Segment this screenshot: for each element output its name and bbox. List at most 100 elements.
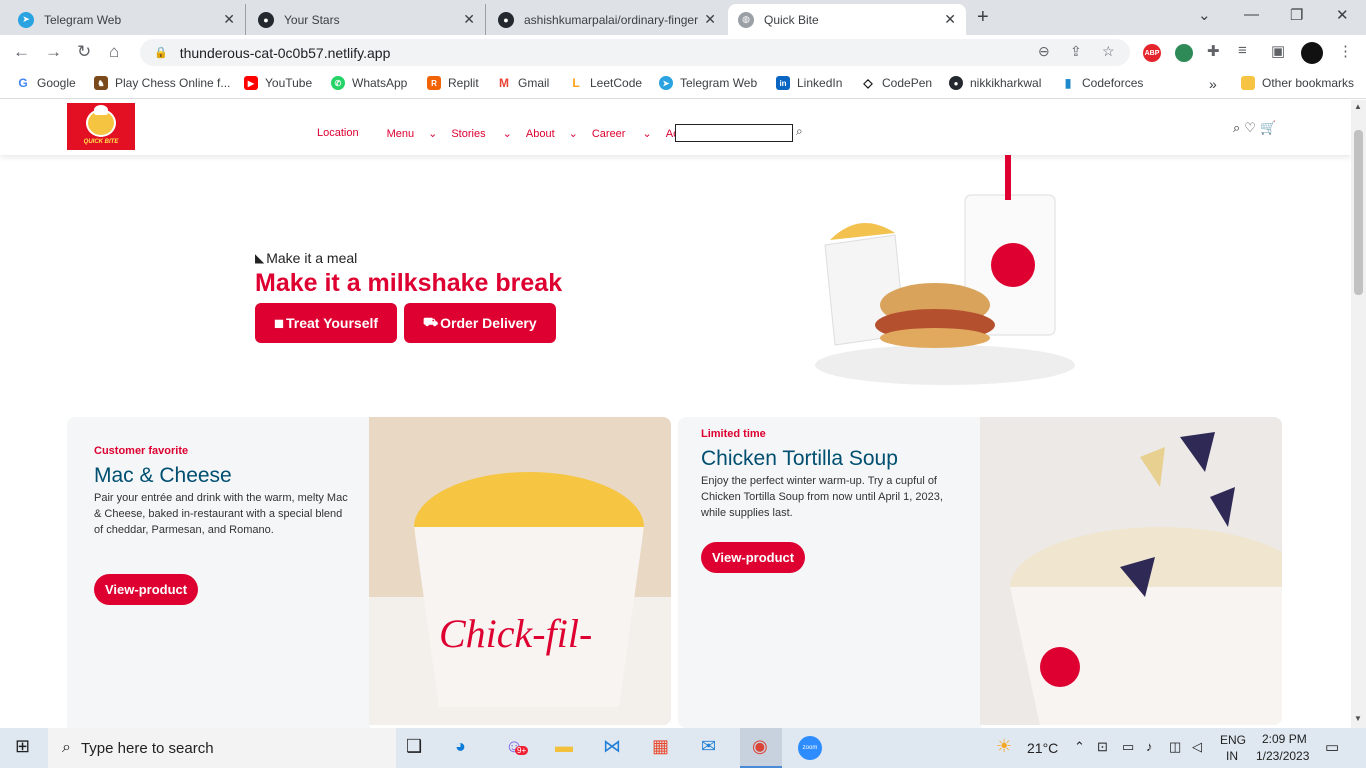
scroll-thumb[interactable]: [1354, 130, 1363, 295]
reading-list-icon[interactable]: ≡: [1238, 42, 1247, 59]
volume-icon[interactable]: ◁: [1192, 739, 1202, 755]
minimize-icon[interactable]: —: [1244, 6, 1259, 23]
address-bar[interactable]: 🔒 thunderous-cat-0c0b57.netlify.app ⊖ ⇪ …: [140, 39, 1130, 66]
bookmark-google[interactable]: G Google: [16, 76, 76, 90]
store-icon[interactable]: ▦: [652, 736, 669, 757]
nav-stories[interactable]: Stories ⌄: [451, 127, 512, 140]
card-title: Mac & Cheese: [94, 464, 232, 487]
view-product-button[interactable]: View-product: [94, 574, 199, 605]
language-region[interactable]: IN: [1226, 749, 1238, 763]
chrome-icon: ◉: [752, 736, 768, 756]
close-icon[interactable]: ✕: [704, 11, 716, 28]
weather-icon[interactable]: ☀: [996, 736, 1012, 757]
network-icon[interactable]: ⊡: [1097, 739, 1108, 755]
profile-avatar[interactable]: [1301, 42, 1323, 64]
chrome-taskbar-button[interactable]: ◉: [740, 728, 782, 768]
tab-github-repo[interactable]: ● ashishkumarpalai/ordinary-finger ✕: [488, 4, 726, 35]
notifications-icon[interactable]: ▭: [1325, 738, 1339, 756]
close-icon[interactable]: ✕: [223, 11, 235, 28]
card-tag: Customer favorite: [94, 445, 189, 457]
tab-title: Your Stars: [284, 12, 340, 27]
side-panel-icon[interactable]: ▣: [1271, 42, 1285, 60]
new-tab-button[interactable]: +: [977, 6, 989, 29]
bookmark-github-profile[interactable]: ● nikkikharkwal: [949, 76, 1041, 90]
mic-icon[interactable]: ♪: [1146, 739, 1153, 754]
close-icon[interactable]: ✕: [463, 11, 475, 28]
scroll-down-icon[interactable]: ▼: [1354, 714, 1362, 723]
codepen-icon: ◇: [861, 76, 875, 90]
url-text[interactable]: thunderous-cat-0c0b57.netlify.app: [180, 45, 391, 61]
order-delivery-button[interactable]: ⛟ Order Delivery: [404, 303, 556, 343]
edge-icon[interactable]: ◕: [455, 736, 466, 757]
nav-about[interactable]: About ⌄: [526, 127, 578, 140]
extensions-puzzle-icon[interactable]: ✚: [1207, 42, 1220, 60]
card-description: Pair your entrée and drink with the warm…: [94, 492, 348, 536]
search-icon[interactable]: ⌕: [796, 124, 803, 139]
nav-location[interactable]: Location: [317, 127, 373, 140]
clock-date[interactable]: 1/23/2023: [1256, 749, 1309, 763]
wishlist-heart-icon[interactable]: ♡: [1244, 120, 1256, 136]
other-bookmarks[interactable]: Other bookmarks: [1241, 76, 1354, 90]
menu-kebab-icon[interactable]: ⋮: [1338, 42, 1353, 60]
treat-yourself-button[interactable]: ◼ Treat Yourself: [255, 303, 398, 343]
nav-career[interactable]: Career ⌄: [592, 127, 652, 140]
close-icon[interactable]: ✕: [944, 11, 956, 28]
browser-toolbar: ← → ↻ ⌂ 🔒 thunderous-cat-0c0b57.netlify.…: [0, 35, 1366, 70]
bookmark-youtube[interactable]: ▶ YouTube: [244, 76, 312, 90]
bookmark-codepen[interactable]: ◇ CodePen: [861, 76, 932, 90]
forward-icon[interactable]: →: [45, 42, 62, 62]
scroll-up-icon[interactable]: ▲: [1354, 102, 1362, 111]
tab-title: Telegram Web: [44, 12, 122, 27]
file-explorer-icon[interactable]: ▬: [555, 736, 573, 757]
hero-title: Make it a milkshake break: [255, 269, 563, 297]
windows-start-icon[interactable]: ⊞: [15, 736, 30, 757]
lock-icon[interactable]: 🔒: [154, 46, 168, 59]
meal-icon: ◣: [255, 251, 265, 265]
site-search-input[interactable]: [675, 124, 793, 142]
site-logo[interactable]: QUICK BITE: [67, 103, 135, 150]
tab-search-icon[interactable]: ⌄: [1198, 6, 1211, 24]
bookmarks-overflow[interactable]: »: [1209, 76, 1217, 92]
header-search-icon[interactable]: ⌕: [1233, 120, 1240, 136]
tab-telegram-web[interactable]: ➤ Telegram Web ✕: [8, 4, 246, 35]
tray-chevron-icon[interactable]: ⌃: [1074, 739, 1085, 755]
bookmark-leetcode[interactable]: L LeetCode: [569, 76, 642, 90]
whatsapp-icon: ✆: [331, 76, 345, 90]
language-indicator[interactable]: ENG: [1220, 733, 1246, 747]
zoom-icon[interactable]: ⊖: [1038, 43, 1050, 60]
home-icon[interactable]: ⌂: [109, 42, 119, 62]
page-scrollbar[interactable]: ▲ ▼: [1351, 100, 1366, 728]
clock-time[interactable]: 2:09 PM: [1262, 732, 1307, 746]
maximize-icon[interactable]: ❐: [1290, 6, 1303, 24]
weather-temp[interactable]: 21°C: [1027, 740, 1058, 756]
view-product-button[interactable]: View-product: [701, 542, 806, 573]
tab-your-stars[interactable]: ● Your Stars ✕: [248, 4, 486, 35]
taskbar-search[interactable]: ⌕ Type here to search: [48, 728, 396, 768]
share-icon[interactable]: ⇪: [1070, 43, 1082, 60]
reload-icon[interactable]: ↻: [77, 42, 91, 62]
tab-quick-bite[interactable]: ◍ Quick Bite ✕: [728, 4, 966, 35]
bookmark-telegram[interactable]: ➤ Telegram Web: [659, 76, 757, 90]
mail-icon[interactable]: ✉: [701, 736, 716, 757]
window-close-icon[interactable]: ✕: [1336, 6, 1349, 24]
bookmark-whatsapp[interactable]: ✆ WhatsApp: [331, 76, 407, 90]
back-icon[interactable]: ←: [13, 42, 30, 62]
bookmark-star-icon[interactable]: ☆: [1102, 43, 1115, 60]
wifi-icon[interactable]: ◫: [1169, 739, 1181, 755]
extension-globe-icon[interactable]: [1175, 44, 1193, 62]
bag-icon: ◼: [274, 316, 284, 330]
vscode-icon[interactable]: ⋈: [603, 736, 621, 757]
nav-menu[interactable]: Menu ⌄: [387, 127, 438, 140]
bookmark-codeforces[interactable]: ▮ Codeforces: [1061, 76, 1143, 90]
battery-icon[interactable]: ▭: [1122, 739, 1134, 755]
adblock-extension-icon[interactable]: ABP: [1143, 44, 1161, 62]
bookmark-replit[interactable]: R Replit: [427, 76, 479, 90]
bookmark-gmail[interactable]: M Gmail: [497, 76, 549, 90]
tab-title: Quick Bite: [764, 12, 819, 27]
cart-icon[interactable]: 🛒: [1260, 120, 1276, 136]
bookmark-linkedin[interactable]: in LinkedIn: [776, 76, 842, 90]
bookmark-chess[interactable]: ♞ Play Chess Online f...: [94, 76, 230, 90]
task-view-icon[interactable]: ❑: [406, 736, 422, 757]
card-title: Chicken Tortilla Soup: [701, 447, 898, 470]
zoom-icon[interactable]: zoom: [798, 736, 822, 760]
